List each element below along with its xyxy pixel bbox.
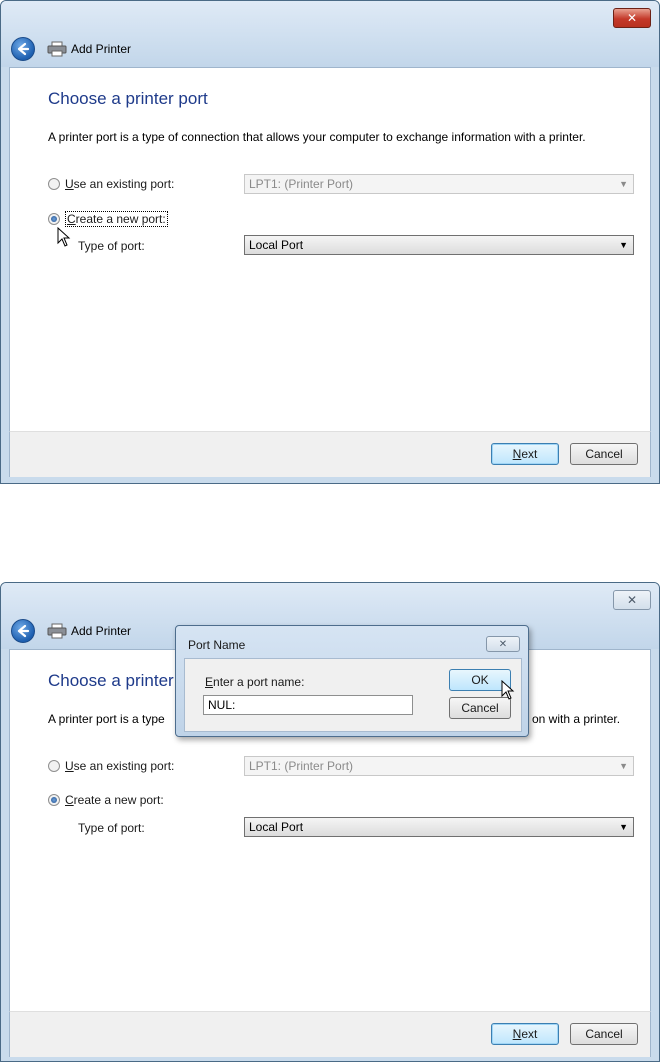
new-port-label-rest: reate a new port: [75,212,166,226]
window-close-button[interactable]: ✕ [613,590,651,610]
radio-button[interactable] [48,213,60,225]
back-arrow-icon[interactable] [11,37,35,61]
port-name-label-rest: nter a port name: [213,675,305,689]
new-port-label-rest: reate a new port: [73,793,164,807]
new-port-label: Create a new port: [65,211,168,227]
wizard-screenshot-2: ✕ Add Printer Choose a printer A printer… [0,582,660,1063]
close-icon: ✕ [626,11,638,25]
radio-new-port[interactable]: Create a new port: [48,793,164,807]
mouse-pointer-icon [501,680,515,700]
type-of-port-value: Local Port [249,238,304,252]
radio-button[interactable] [48,178,60,190]
cancel-button[interactable]: Cancel [570,1023,638,1045]
chevron-down-icon: ▼ [619,822,628,832]
port-name-dialog: Port Name ✕ Enter a port name: OK Cancel [175,625,529,737]
next-button[interactable]: Next [491,443,559,465]
title-bar [1,1,659,67]
dialog-body: Enter a port name: OK Cancel [184,658,522,732]
dialog-title: Port Name [188,638,246,652]
type-of-port-label: Type of port: [78,821,145,835]
page-heading: Choose a printer port [48,89,208,108]
type-of-port-value: Local Port [249,820,304,834]
page-description-start: A printer port is a type [48,712,165,726]
radio-existing-port[interactable]: Use an existing port: [48,177,174,191]
existing-port-label-rest: se an existing port: [73,759,175,773]
page-description: A printer port is a type of connection t… [48,130,586,144]
radio-existing-port[interactable]: Use an existing port: [48,759,174,773]
chevron-down-icon: ▼ [619,179,628,189]
existing-port-label-rest: se an existing port: [73,177,175,191]
wizard-title: Add Printer [71,42,132,56]
type-of-port-select[interactable]: Local Port ▼ [244,817,634,837]
next-accel: N [512,447,522,461]
cancel-button[interactable]: Cancel [570,443,638,465]
wizard-window: ✕ Add Printer Choose a printer port A pr… [0,0,660,484]
printer-icon [47,41,67,57]
window-close-button[interactable]: ✕ [613,8,651,28]
chevron-down-icon: ▼ [619,761,628,771]
next-button[interactable]: Next [491,1023,559,1045]
next-accel: N [512,1027,522,1041]
wizard-footer: Next Cancel [9,431,651,477]
close-icon: ✕ [498,638,508,650]
wizard-content: Choose a printer port A printer port is … [9,67,651,432]
chevron-down-icon: ▼ [619,240,628,250]
port-name-input[interactable] [203,695,413,715]
radio-new-port[interactable]: Create a new port: [48,211,168,227]
existing-port-value: LPT1: (Printer Port) [249,177,354,191]
port-name-label: Enter a port name: [205,675,305,689]
wizard-window: ✕ Add Printer Choose a printer A printer… [0,582,660,1062]
new-port-label: Create a new port: [65,793,164,807]
existing-port-label: Use an existing port: [65,759,175,773]
wizard-footer: Next Cancel [9,1011,651,1057]
next-label-rest: ext [521,447,538,461]
type-of-port-select[interactable]: Local Port ▼ [244,235,634,255]
page-heading: Choose a printer [48,671,174,690]
existing-port-select[interactable]: LPT1: (Printer Port) ▼ [244,756,634,776]
existing-port-label: Use an existing port: [65,177,175,191]
type-of-port-label: Type of port: [78,239,145,253]
existing-port-select[interactable]: LPT1: (Printer Port) ▼ [244,174,634,194]
existing-port-value: LPT1: (Printer Port) [249,759,354,773]
dialog-cancel-button[interactable]: Cancel [449,697,511,719]
close-icon: ✕ [626,593,638,607]
page-description-end: on with a printer. [532,712,621,726]
printer-icon [47,623,67,639]
wizard-title: Add Printer [71,624,132,638]
mouse-pointer-icon [57,227,71,247]
dialog-close-button[interactable]: ✕ [486,636,520,652]
next-label-rest: ext [521,1027,538,1041]
radio-button[interactable] [48,794,60,806]
wizard-screenshot-1: ✕ Add Printer Choose a printer port A pr… [0,0,660,484]
back-arrow-icon[interactable] [11,619,35,643]
radio-button[interactable] [48,760,60,772]
